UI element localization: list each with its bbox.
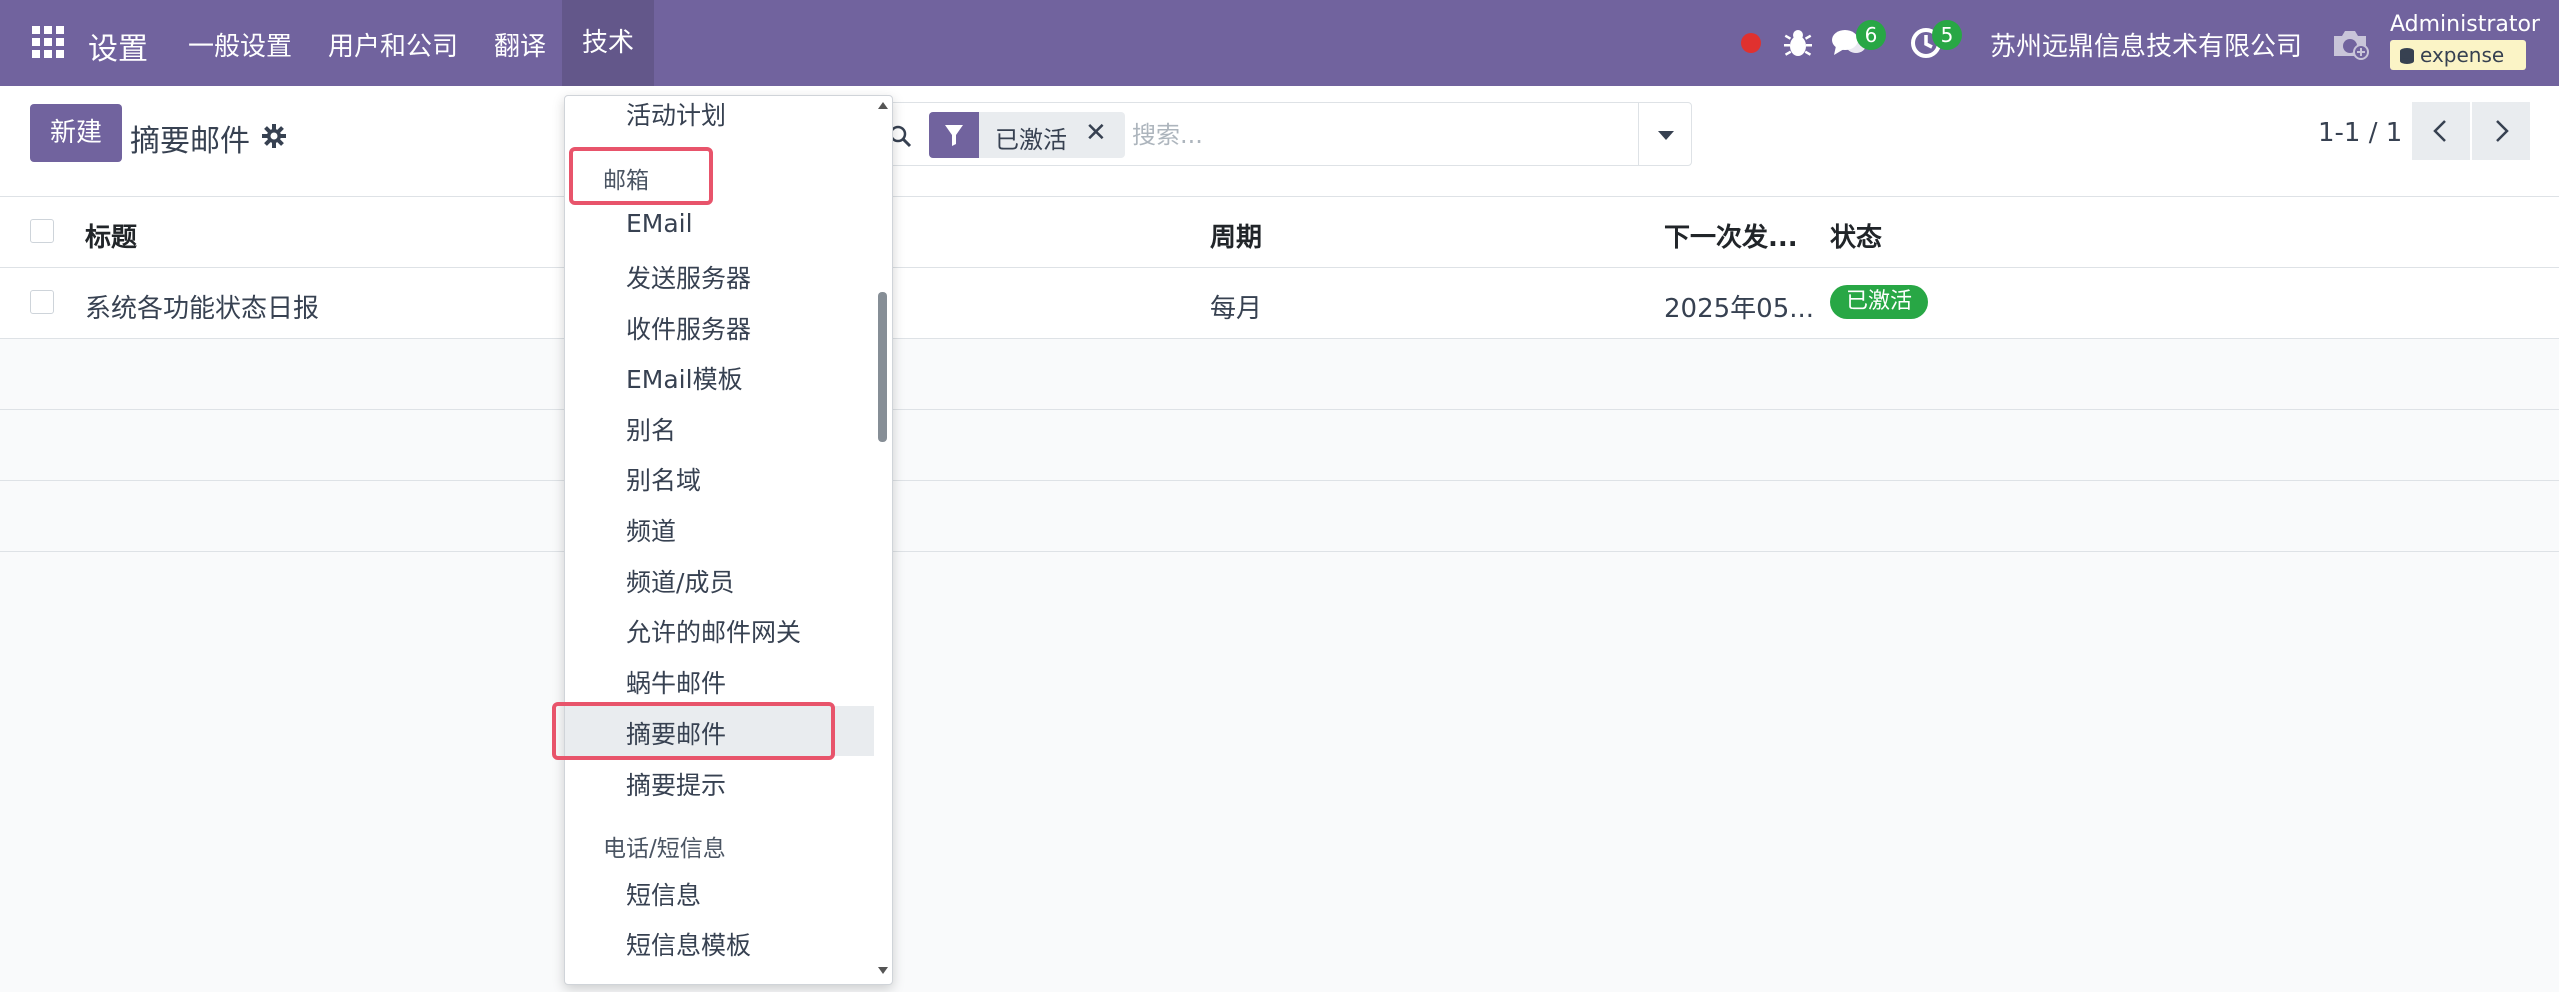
page-title: 摘要邮件 bbox=[130, 124, 250, 159]
top-navbar: 设置 一般设置 用户和公司 翻译 技术 6 5 苏州远鼎信息技术有限公司 Adm… bbox=[0, 0, 2559, 86]
control-panel: 新建 摘要邮件 已激活 ✕ 1-1 / 1 bbox=[0, 86, 2559, 197]
apps-grid-icon[interactable] bbox=[32, 26, 64, 58]
chevron-left-icon bbox=[2433, 120, 2446, 142]
list-header: 标题 周期 下一次发... 状态 bbox=[0, 197, 2559, 268]
row-period-cell[interactable]: 每月 bbox=[1210, 288, 1262, 325]
filter-facet-label: 已激活 bbox=[995, 126, 1067, 154]
pager-next-button[interactable] bbox=[2472, 102, 2530, 160]
messages-count-badge: 6 bbox=[1856, 20, 1886, 50]
database-icon bbox=[2400, 48, 2414, 64]
menu-users-companies[interactable]: 用户和公司 bbox=[328, 26, 458, 63]
menu-item-incoming-servers[interactable]: 收件服务器 bbox=[626, 310, 751, 346]
chevron-right-icon bbox=[2496, 120, 2509, 142]
menu-item-channels[interactable]: 频道 bbox=[626, 512, 676, 548]
menu-technical[interactable]: 技术 bbox=[562, 0, 655, 86]
activities-count-badge: 5 bbox=[1932, 20, 1962, 50]
menu-item-digest-emails[interactable]: 摘要邮件 bbox=[626, 715, 726, 751]
row-title-cell[interactable]: 系统各功能状态日报 bbox=[85, 288, 319, 325]
scroll-up-arrow-icon[interactable] bbox=[876, 98, 890, 112]
camera-icon[interactable] bbox=[2330, 28, 2370, 60]
menu-translations[interactable]: 翻译 bbox=[494, 26, 546, 63]
section-header-phone-sms: 电话/短信息 bbox=[603, 836, 726, 862]
menu-item-sms-templates[interactable]: 短信息模板 bbox=[626, 926, 751, 962]
pager-previous-button[interactable] bbox=[2412, 102, 2470, 160]
column-header-status[interactable]: 状态 bbox=[1830, 217, 1882, 254]
bug-icon[interactable] bbox=[1784, 28, 1812, 58]
dropdown-scrollbar[interactable] bbox=[875, 96, 892, 984]
menu-item-email[interactable]: EMail bbox=[626, 209, 693, 238]
search-input[interactable] bbox=[1130, 114, 1634, 156]
select-all-checkbox[interactable] bbox=[30, 219, 54, 243]
menu-item-email-templates[interactable]: EMail模板 bbox=[626, 360, 743, 396]
section-header-mailbox: 邮箱 bbox=[603, 168, 649, 194]
menu-item-channel-members[interactable]: 频道/成员 bbox=[626, 563, 734, 599]
active-filter-facet: 已激活 ✕ bbox=[929, 112, 1125, 158]
remove-filter-icon[interactable]: ✕ bbox=[1085, 118, 1107, 148]
menu-item-activity-plan[interactable]: 活动计划 bbox=[626, 96, 726, 132]
pager-value[interactable]: 1-1 / 1 bbox=[2318, 118, 2402, 148]
empty-row bbox=[0, 339, 2559, 410]
column-header-title[interactable]: 标题 bbox=[85, 217, 137, 254]
technical-menu-dropdown: 活动计划 邮箱 EMail 发送服务器 收件服务器 EMail模板 别名 别名域… bbox=[564, 95, 893, 985]
filter-icon bbox=[945, 125, 963, 146]
dropdown-scrollbar-thumb[interactable] bbox=[878, 292, 887, 442]
scroll-down-arrow-icon[interactable] bbox=[876, 964, 890, 978]
menu-item-snail-mail[interactable]: 蜗牛邮件 bbox=[626, 664, 726, 700]
row-next-send-cell[interactable]: 2025年05... bbox=[1664, 288, 1814, 325]
filter-facet-icon-bg bbox=[929, 112, 979, 158]
menu-item-sms[interactable]: 短信息 bbox=[626, 876, 701, 912]
table-row[interactable]: 系统各功能状态日报 每月 2025年05... 已激活 bbox=[0, 268, 2559, 339]
column-header-next-send[interactable]: 下一次发... bbox=[1664, 217, 1798, 254]
empty-row bbox=[0, 410, 2559, 481]
user-name[interactable]: Administrator bbox=[2390, 12, 2540, 37]
menu-item-allowed-gateways[interactable]: 允许的邮件网关 bbox=[626, 613, 801, 649]
status-badge: 已激活 bbox=[1830, 285, 1929, 319]
empty-row bbox=[0, 481, 2559, 552]
new-button[interactable]: 新建 bbox=[30, 104, 122, 162]
database-chip: expense bbox=[2390, 40, 2526, 70]
row-checkbox[interactable] bbox=[30, 290, 54, 314]
menu-item-digest-tips[interactable]: 摘要提示 bbox=[626, 766, 726, 802]
record-dot-icon[interactable] bbox=[1740, 32, 1762, 54]
company-switcher[interactable]: 苏州远鼎信息技术有限公司 bbox=[1990, 26, 2302, 63]
menu-item-outgoing-servers[interactable]: 发送服务器 bbox=[626, 259, 751, 295]
search-options-toggle[interactable] bbox=[1638, 102, 1693, 166]
caret-down-icon bbox=[1658, 131, 1674, 140]
menu-general-settings[interactable]: 一般设置 bbox=[188, 26, 292, 63]
column-header-period[interactable]: 周期 bbox=[1210, 217, 1262, 254]
database-name: expense bbox=[2420, 43, 2505, 67]
menu-item-alias-domains[interactable]: 别名域 bbox=[626, 461, 701, 497]
app-title[interactable]: 设置 bbox=[88, 24, 148, 68]
gear-icon[interactable] bbox=[262, 124, 286, 148]
menu-item-aliases[interactable]: 别名 bbox=[626, 411, 676, 447]
